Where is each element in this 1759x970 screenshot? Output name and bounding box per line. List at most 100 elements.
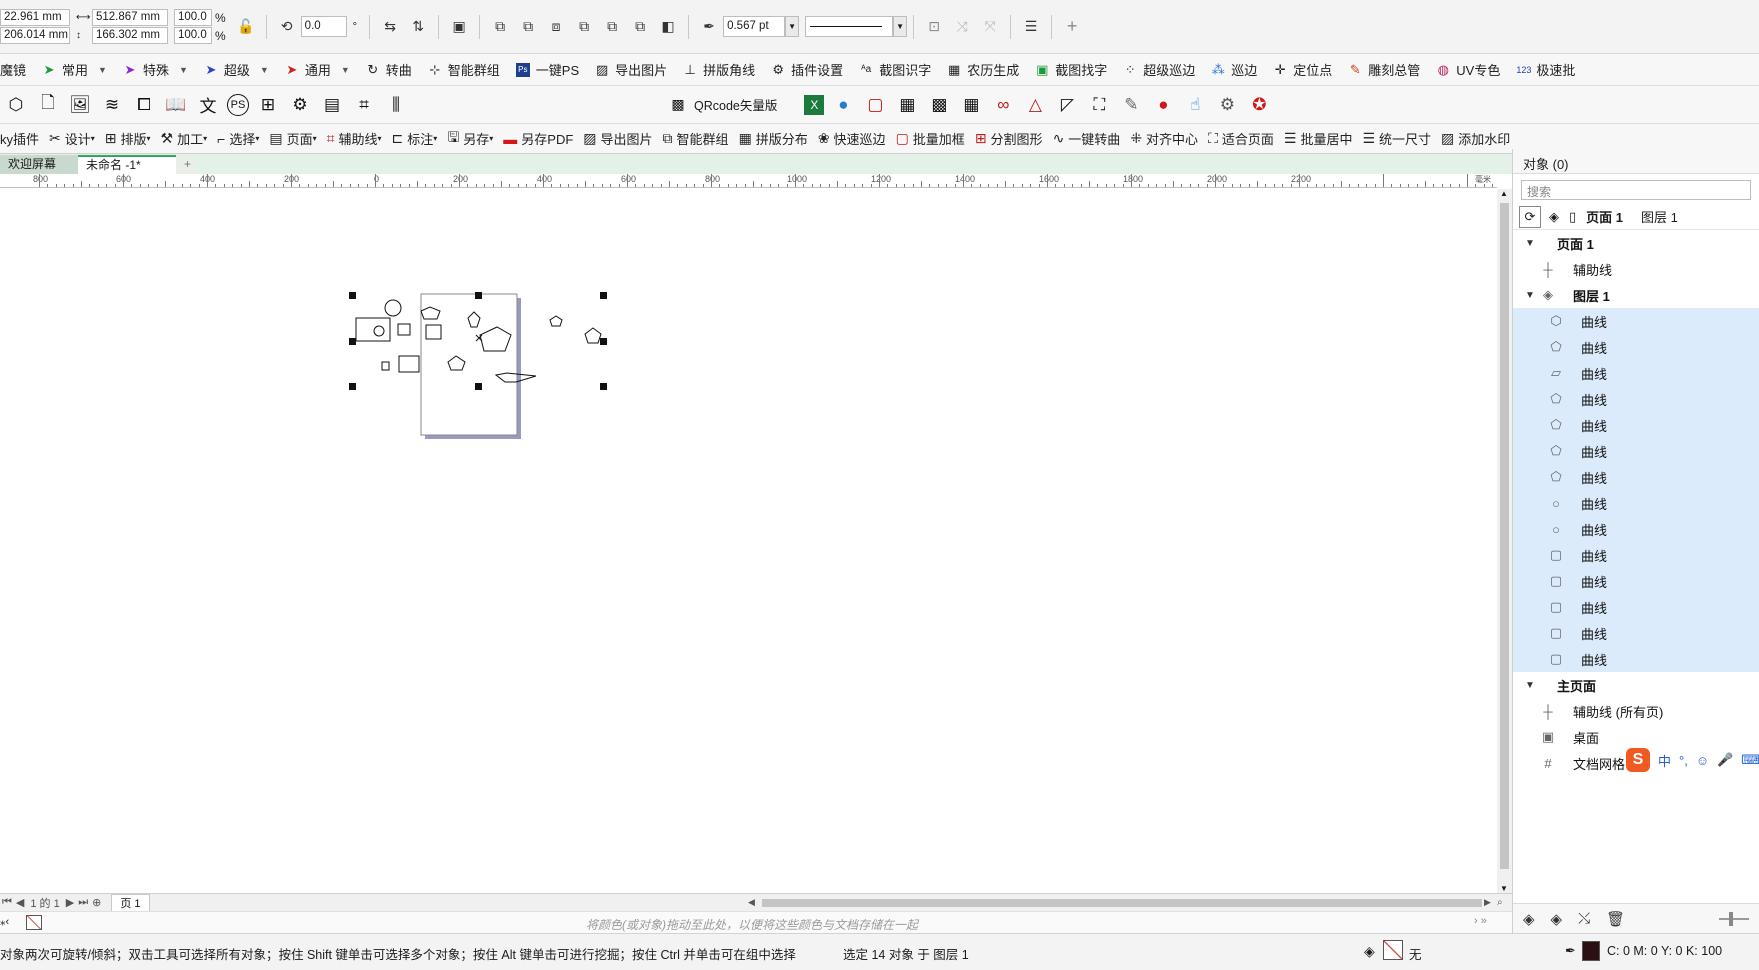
link-circles-icon[interactable]: ∞ [990, 92, 1016, 118]
one-click-curve-button[interactable]: ∿ 一键转曲 [1053, 129, 1121, 148]
add-watermark-button[interactable]: ▨ 添加水印 [1441, 129, 1510, 148]
horizontal-ruler[interactable]: 800 600 400 200 0 200 400 600 800 1000 1… [0, 174, 1497, 188]
plugin-one-click-ps[interactable]: Ps 一键PS [515, 60, 579, 79]
layout-menu[interactable]: ⊞ 排版 ▾ [105, 129, 151, 148]
next-page-icon[interactable]: ▶ [66, 896, 74, 909]
frame-icon[interactable]: ⧠ [131, 92, 157, 118]
height-field[interactable]: 166.302 mm [92, 27, 168, 44]
object-tree-row[interactable]: ▢ 曲线 [1513, 646, 1759, 672]
last-page-icon[interactable]: ⏭ [78, 896, 88, 909]
snap-icon[interactable]: ⌗ [351, 92, 377, 118]
ruler-icon[interactable]: ⫼ [383, 92, 409, 118]
scroll-left-icon[interactable]: ◀ [748, 897, 755, 908]
align-center-button[interactable]: ⁜ 对齐中心 [1130, 129, 1198, 148]
split-shape-button[interactable]: ⊞ 分割图形 [975, 129, 1043, 148]
front-minus-back-icon[interactable]: ⧉ [601, 16, 623, 38]
plugin-smart-group[interactable]: ⊹ 智能群组 [428, 60, 499, 79]
rotation-field[interactable]: 0.0 [300, 16, 347, 37]
triangle-pattern-icon[interactable]: △ [1022, 92, 1048, 118]
hand-icon[interactable]: ☝ [1182, 92, 1208, 118]
plugin-crop-marks[interactable]: ⊥ 拼版角线 [683, 60, 755, 79]
current-page-label[interactable]: 页面 1 [1586, 207, 1623, 226]
square-shape[interactable] [397, 323, 411, 336]
lifebuoy-icon[interactable]: ✪ [1246, 92, 1272, 118]
vertical-scrollbar[interactable]: ▲ ▼ [1497, 189, 1512, 893]
plugin-locate-point[interactable]: ✛ 定位点 [1273, 60, 1332, 79]
plugin-super[interactable]: ➤ 超级 ▼ [204, 60, 268, 79]
rectangle-shape[interactable] [355, 317, 391, 342]
horizontal-scroll-thumb[interactable] [762, 899, 1482, 907]
chevron-down-icon[interactable]: ▼ [98, 65, 107, 75]
batch-center-button[interactable]: ☰ 批量居中 [1284, 129, 1353, 148]
selection-handle[interactable] [600, 338, 607, 345]
chevron-down-icon[interactable]: ▼ [341, 65, 350, 75]
plugin-special[interactable]: ➤ 特殊 ▼ [123, 60, 188, 79]
fit-page-button[interactable]: ⛶ 适合页面 [1208, 129, 1274, 148]
box-icon[interactable]: ⬡ [3, 92, 29, 118]
tab-untitled-document[interactable]: 未命名 -1* [78, 155, 176, 174]
current-layer-label[interactable]: 图层 1 [1641, 207, 1678, 226]
export-image-button[interactable]: ▨ 导出图片 [583, 129, 652, 148]
delete-icon[interactable]: 🗑 [1606, 910, 1625, 928]
line-style-dropdown[interactable]: ▼ [893, 16, 908, 37]
plugin-engrave[interactable]: ✎ 雕刻总管 [1348, 60, 1420, 79]
wave-icon[interactable]: ≋ [99, 92, 125, 118]
quick-patrol-button[interactable]: ❀ 快速巡边 [818, 129, 886, 148]
outline-width-field[interactable]: 0.567 pt [723, 16, 786, 37]
save-pdf-button[interactable]: ▬ 另存PDF [503, 129, 573, 148]
mirror-horizontal-icon[interactable]: ⇆ [379, 16, 401, 38]
ky-plugin-menu[interactable]: ky插件 [0, 129, 39, 148]
plugin-lunar-calendar[interactable]: ▦ 农历生成 [947, 60, 1019, 79]
expand-toggle-icon[interactable]: ▼ [1525, 290, 1537, 301]
red-frame-icon[interactable]: ▢ [862, 92, 888, 118]
plugin-settings[interactable]: ⚙ 插件设置 [771, 60, 843, 79]
emoji-icon[interactable]: ☺ [1696, 753, 1709, 768]
unify-size-button[interactable]: ☰ 统一尺寸 [1362, 129, 1431, 148]
new-layer-icon[interactable]: ◈ [1523, 910, 1535, 928]
line-style-select[interactable] [805, 16, 894, 37]
intersect-icon[interactable]: ⧈ [545, 16, 567, 38]
arrange-icon[interactable]: ▣ [448, 16, 470, 38]
object-tree-row[interactable]: ▢ 曲线 [1513, 568, 1759, 594]
selection-handle[interactable] [349, 338, 356, 345]
plugin-patrol[interactable]: ⁂ 巡边 [1211, 60, 1258, 79]
gear-large-icon[interactable]: ⚙ [1214, 92, 1240, 118]
move-object-icon[interactable]: ⤯ [1578, 910, 1590, 927]
tiles-icon[interactable]: ▦ [894, 92, 920, 118]
saveas-menu[interactable]: 🖫 另存 ▾ [447, 127, 493, 151]
plugin-general[interactable]: ➤ 通用 ▼ [285, 60, 350, 79]
object-tree-row[interactable]: ▣ 桌面 [1513, 724, 1759, 750]
punctuation-icon[interactable]: °, [1679, 753, 1688, 768]
selection-handle[interactable] [600, 383, 607, 390]
align-distribute-icon[interactable]: ☰ [1020, 16, 1042, 38]
page-menu[interactable]: ▤ 页面 ▾ [269, 129, 316, 148]
object-tree-row[interactable]: ┼ 辅助线 (所有页) [1513, 698, 1759, 724]
tab-welcome-screen[interactable]: 欢迎屏幕 [0, 155, 78, 174]
qrcode-label[interactable]: QRcode矢量版 [694, 95, 777, 114]
simplify-icon[interactable]: ⧉ [573, 16, 595, 38]
apple-red-icon[interactable]: ● [1150, 92, 1176, 118]
object-tree-row[interactable]: ⬠ 曲线 [1513, 438, 1759, 464]
excel-icon[interactable]: X [804, 94, 825, 115]
objects-search-input[interactable]: 搜索 [1521, 180, 1751, 200]
add-toolbar-icon[interactable]: + [1061, 16, 1083, 38]
lock-ratio-icon[interactable]: 🔓 [235, 16, 257, 38]
list-icon[interactable]: ▤ [319, 92, 345, 118]
process-menu[interactable]: ⚒ 加工 ▾ [161, 129, 208, 148]
selection-handle[interactable] [349, 292, 356, 299]
selection-handle[interactable] [475, 383, 482, 390]
new-master-layer-icon[interactable]: ◈ [1551, 910, 1563, 928]
batch-frame-button[interactable]: ▢ 批量加框 [896, 129, 965, 148]
chevron-down-icon[interactable]: ▼ [179, 65, 188, 75]
gear-icon[interactable]: ⚙ [287, 92, 313, 118]
book-icon[interactable]: 📖 [163, 92, 189, 118]
expand-toggle-icon[interactable]: ▼ [1525, 238, 1537, 249]
object-tree-row[interactable]: ⬠ 曲线 [1513, 334, 1759, 360]
object-tree-row[interactable]: ⬠ 曲线 [1513, 412, 1759, 438]
pen-icon[interactable]: ✎ [1118, 92, 1144, 118]
plugin-fast-batch[interactable]: 123 极速批 [1516, 60, 1575, 79]
mirror-vertical-icon[interactable]: ⇅ [407, 16, 429, 38]
ime-mode-label[interactable]: 中 [1658, 751, 1671, 770]
ungroup-icon[interactable]: ⤧ [979, 16, 1001, 38]
scroll-down-icon[interactable]: ▼ [1500, 884, 1508, 893]
